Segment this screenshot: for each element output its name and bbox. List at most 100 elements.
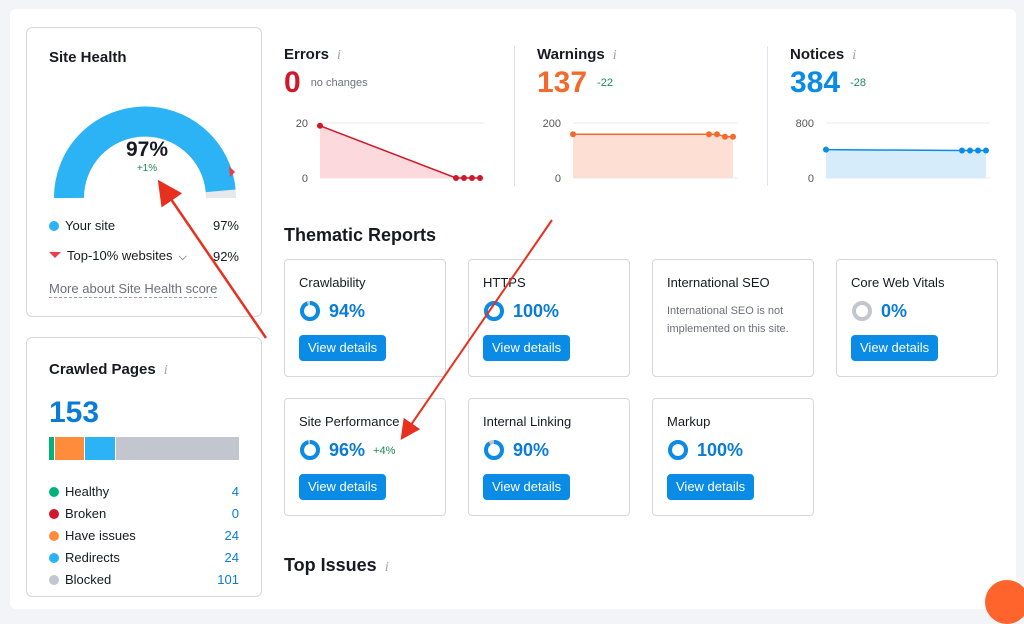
metric-divider: [767, 46, 768, 186]
report-score[interactable]: 90%: [483, 439, 549, 461]
info-icon[interactable]: i: [613, 48, 617, 64]
legend-label: Have issues: [65, 528, 136, 543]
your-site-label: Your site: [65, 218, 116, 233]
info-icon[interactable]: i: [852, 48, 856, 64]
metric-value[interactable]: 384 -28: [790, 66, 866, 100]
metric-label: Errors i: [284, 46, 368, 64]
legend-count[interactable]: 4: [232, 484, 239, 499]
progress-ring-icon: [300, 440, 320, 460]
progress-ring-icon: [484, 301, 504, 321]
y-tick-label: 0: [808, 173, 814, 185]
report-score[interactable]: 100%: [483, 300, 559, 322]
info-icon[interactable]: i: [164, 363, 168, 379]
report-percent[interactable]: 0%: [881, 301, 907, 322]
metric-value[interactable]: 0 no changes: [284, 66, 368, 100]
crawled-pages-bar: [49, 437, 240, 460]
y-tick-label: 800: [796, 118, 814, 130]
crawl-legend-row[interactable]: Broken 0: [49, 506, 239, 521]
report-percent[interactable]: 90%: [513, 440, 549, 461]
metric-point[interactable]: [967, 147, 973, 154]
legend-dot: [49, 509, 59, 519]
report-score[interactable]: 94%: [299, 300, 365, 322]
help-bubble[interactable]: [985, 580, 1024, 624]
metric-point[interactable]: [983, 147, 989, 154]
crawl-legend-row[interactable]: Redirects 24: [49, 550, 239, 565]
report-percent[interactable]: 94%: [329, 301, 365, 322]
report-card: HTTPS 100% View details: [468, 259, 630, 377]
metric-change: -28: [850, 77, 866, 89]
your-site-dot: [49, 221, 59, 231]
progress-ring-icon: [668, 440, 688, 460]
metric-point[interactable]: [959, 147, 965, 154]
metric-point[interactable]: [317, 122, 323, 129]
info-icon[interactable]: i: [337, 48, 341, 64]
metric-point[interactable]: [453, 175, 459, 181]
legend-count[interactable]: 24: [225, 550, 239, 565]
view-details-button[interactable]: View details: [483, 474, 571, 500]
site-health-title: Site Health: [49, 49, 127, 66]
metric-area: [826, 149, 986, 178]
report-title: International SEO: [667, 275, 770, 290]
metric-change: no changes: [310, 77, 368, 89]
metric-value-text[interactable]: 384: [790, 66, 840, 99]
crawled-pages-total[interactable]: 153: [49, 396, 99, 430]
report-title: Internal Linking: [483, 414, 572, 429]
metric-point[interactable]: [477, 175, 483, 181]
metric-value[interactable]: 137 -22: [537, 66, 617, 100]
your-site-value: 97%: [212, 218, 239, 233]
crawl-legend-row[interactable]: Have issues 24: [49, 528, 239, 543]
report-percent[interactable]: 100%: [697, 440, 743, 461]
view-details-button[interactable]: View details: [483, 335, 571, 361]
crawl-bar-segment[interactable]: [115, 437, 240, 460]
legend-top10[interactable]: Top-10% websites ⌵ 92%: [49, 248, 239, 264]
metric-1: Warnings i 137 -22: [537, 46, 617, 100]
metric-chart: 800 0: [796, 118, 990, 185]
crawl-bar-segment[interactable]: [54, 437, 86, 460]
legend-label: Healthy: [65, 484, 110, 499]
site-health-card: Site Health 97% +1% Your site 97% Top-10…: [26, 27, 262, 317]
report-score[interactable]: 100%: [667, 439, 743, 461]
legend-label: Blocked: [65, 572, 112, 587]
report-score[interactable]: 96% +4%: [299, 439, 395, 461]
metric-point[interactable]: [730, 133, 736, 140]
legend-label: Redirects: [65, 550, 120, 565]
metric-value-text[interactable]: 137: [537, 66, 587, 99]
view-details-button[interactable]: View details: [299, 335, 387, 361]
view-details-button[interactable]: View details: [851, 335, 939, 361]
metric-point[interactable]: [823, 146, 829, 153]
top10-label: Top-10% websites: [67, 248, 173, 263]
legend-count[interactable]: 101: [217, 572, 239, 587]
site-health-change: +1%: [136, 163, 158, 174]
crawled-pages-card: Crawled Pages i 153 Healthy 4 Broken 0 Have i…: [26, 337, 262, 597]
metric-point[interactable]: [975, 147, 981, 154]
view-details-button[interactable]: View details: [667, 474, 755, 500]
legend-count[interactable]: 0: [232, 506, 239, 521]
metric-point[interactable]: [570, 131, 576, 138]
crawl-bar-segment[interactable]: [85, 437, 116, 460]
thematic-reports-title: Thematic Reports: [284, 225, 437, 245]
report-percent[interactable]: 96%: [329, 440, 365, 461]
report-card: Core Web Vitals 0% View details: [836, 259, 998, 377]
metric-point[interactable]: [722, 133, 728, 140]
y-tick-label: 200: [543, 118, 561, 130]
report-percent[interactable]: 100%: [513, 301, 559, 322]
metric-chart: 20 0: [296, 118, 484, 185]
metric-0: Errors i 0 no changes: [284, 46, 368, 100]
metric-value-text[interactable]: 0: [284, 66, 301, 99]
report-title: Core Web Vitals: [851, 275, 945, 290]
crawl-legend-row[interactable]: Healthy 4: [49, 484, 239, 499]
metric-point[interactable]: [461, 175, 467, 181]
info-icon[interactable]: i: [385, 560, 389, 576]
metric-change: -22: [597, 77, 613, 89]
metric-point[interactable]: [706, 131, 712, 138]
report-score[interactable]: 0%: [851, 300, 907, 322]
report-note: International SEO is not implemented on …: [667, 305, 789, 335]
metric-point[interactable]: [714, 131, 720, 138]
report-title: Markup: [667, 414, 711, 429]
crawl-legend-row[interactable]: Blocked 101: [49, 572, 239, 587]
more-about-link[interactable]: More about Site Health score: [49, 281, 218, 298]
view-details-button[interactable]: View details: [299, 474, 387, 500]
legend-count[interactable]: 24: [225, 528, 239, 543]
crawled-pages-title: Crawled Pages i: [49, 361, 168, 379]
metric-point[interactable]: [469, 175, 475, 181]
